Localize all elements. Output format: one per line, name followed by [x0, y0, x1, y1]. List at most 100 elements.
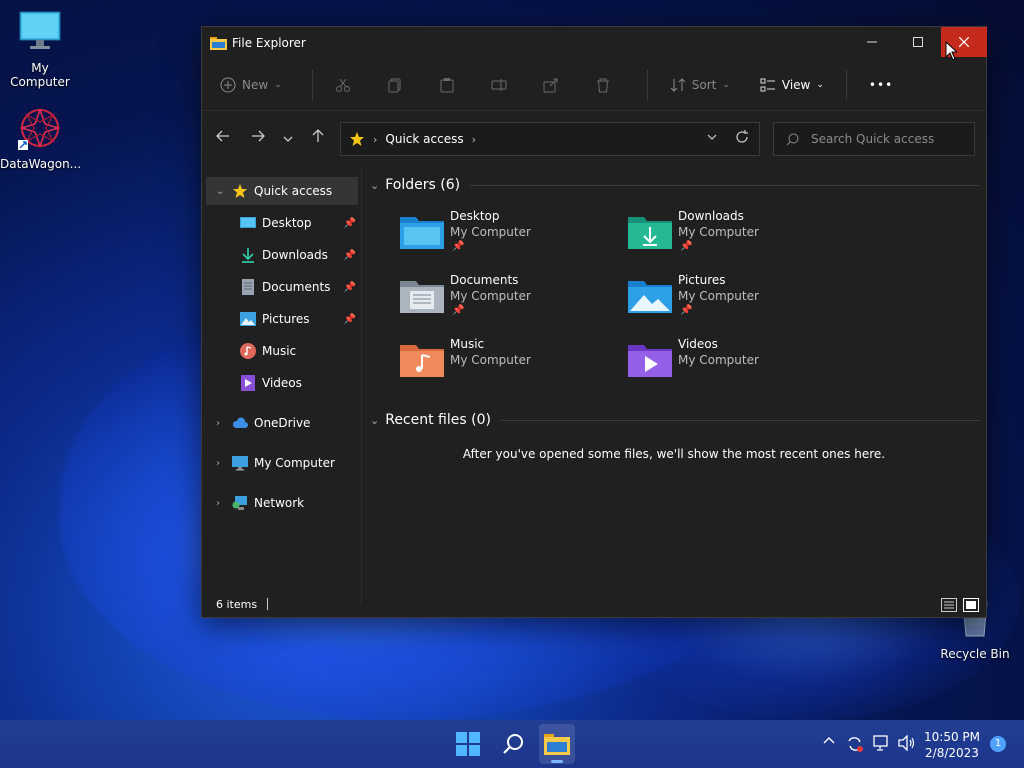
volume-button[interactable]: [898, 734, 916, 755]
taskbar-search-button[interactable]: [497, 728, 529, 760]
download-icon: [240, 247, 256, 263]
mouse-cursor-icon: [945, 41, 957, 61]
desktop-icon-datawagon[interactable]: DataWagon...: [0, 106, 81, 171]
chevron-right-icon[interactable]: ›: [216, 498, 220, 509]
title-bar[interactable]: File Explorer: [202, 27, 987, 59]
nav-item-label: OneDrive: [254, 416, 311, 430]
sort-label: Sort: [691, 77, 717, 92]
nav-item-videos[interactable]: Videos: [240, 369, 356, 397]
chevron-down-icon: [707, 134, 717, 140]
chevron-right-icon[interactable]: ›: [216, 418, 220, 429]
nav-item-label: Quick access: [254, 184, 333, 198]
up-button[interactable]: [311, 129, 325, 147]
nav-item-my-computer[interactable]: › My Computer: [206, 449, 358, 477]
monitor-icon: [232, 455, 248, 471]
nav-item-onedrive[interactable]: › OneDrive: [206, 409, 358, 437]
desktop-icon-my-computer[interactable]: My Computer: [0, 10, 80, 89]
folder-tile-downloads[interactable]: Downloads My Computer 📌: [628, 209, 848, 269]
network-status-icon[interactable]: [873, 735, 891, 755]
folder-tile-videos[interactable]: Videos My Computer: [628, 337, 848, 397]
pictures-folder-icon: [628, 281, 672, 313]
folder-tile-desktop[interactable]: Desktop My Computer 📌: [400, 209, 620, 269]
nav-item-desktop[interactable]: Desktop 📌: [240, 209, 356, 237]
address-bar[interactable]: › Quick access ›: [340, 122, 760, 156]
taskbar-file-explorer-button[interactable]: [539, 724, 575, 764]
music-icon: [240, 343, 256, 359]
copy-button[interactable]: [387, 77, 409, 93]
minimize-button[interactable]: [849, 27, 895, 57]
details-view-icon[interactable]: [941, 598, 957, 612]
clock[interactable]: 10:50 PM 2/8/2023: [924, 729, 980, 761]
sort-button[interactable]: Sort ⌄: [670, 77, 730, 93]
nav-item-quick-access[interactable]: ⌄ Quick access: [206, 177, 358, 205]
folders-section-header[interactable]: ⌄ Folders (6): [370, 177, 980, 193]
refresh-button[interactable]: [735, 130, 749, 148]
start-button[interactable]: [452, 728, 484, 760]
breadcrumb-chevron-icon[interactable]: ›: [472, 133, 476, 146]
document-icon: [240, 279, 256, 295]
folder-location: My Computer: [450, 289, 531, 303]
delete-button[interactable]: [595, 77, 617, 93]
search-input[interactable]: Search Quick access: [773, 122, 975, 156]
chevron-down-icon[interactable]: ⌄: [216, 186, 224, 197]
star-icon: [232, 183, 248, 199]
nav-item-label: Documents: [262, 280, 331, 294]
desktop-icon: [240, 215, 256, 231]
sync-icon: [848, 737, 863, 752]
video-icon: [240, 375, 256, 391]
forward-button[interactable]: [251, 129, 265, 147]
maximize-button[interactable]: [895, 27, 941, 57]
section-divider: [500, 419, 980, 421]
trash-icon: [596, 78, 609, 92]
folder-tile-pictures[interactable]: Pictures My Computer 📌: [628, 273, 848, 333]
chevron-down-icon[interactable]: ⌄: [370, 414, 379, 427]
new-button[interactable]: New ⌄: [220, 77, 282, 93]
address-dropdown-button[interactable]: [707, 132, 717, 145]
more-options-button[interactable]: •••: [869, 78, 893, 92]
folder-name: Music: [450, 337, 485, 351]
cut-button[interactable]: [335, 77, 357, 93]
refresh-icon: [736, 130, 748, 143]
videos-folder-icon: [628, 345, 672, 377]
network-icon: [232, 495, 248, 511]
view-list-icon: [760, 78, 775, 91]
desktop-icon-label: Recycle Bin: [940, 647, 1010, 661]
active-app-indicator: [551, 760, 563, 763]
back-button[interactable]: [216, 129, 230, 147]
view-button[interactable]: View ⌄: [760, 77, 824, 93]
large-icons-view-icon[interactable]: [963, 598, 979, 612]
sync-status-icon[interactable]: [846, 735, 864, 757]
windows-logo-icon: [456, 732, 480, 756]
share-button[interactable]: [543, 77, 565, 93]
rename-button[interactable]: [491, 77, 513, 93]
chevron-down-icon: [283, 136, 293, 142]
breadcrumb-quick-access[interactable]: Quick access: [385, 132, 463, 146]
monitor-icon: [19, 11, 61, 49]
search-icon: [786, 133, 799, 145]
new-label: New: [242, 77, 269, 92]
network-monitor-icon: [873, 735, 888, 751]
paste-button[interactable]: [439, 77, 461, 93]
desktop-folder-icon: [400, 217, 444, 249]
nav-item-documents[interactable]: Documents 📌: [240, 273, 356, 301]
datawagon-logo-icon: [18, 107, 61, 150]
folder-tile-music[interactable]: Music My Computer: [400, 337, 620, 397]
arrow-left-icon: [216, 130, 229, 142]
pin-icon: 📌: [680, 305, 693, 316]
notification-badge[interactable]: 1: [990, 736, 1006, 752]
nav-item-music[interactable]: Music: [240, 337, 356, 365]
nav-item-downloads[interactable]: Downloads 📌: [240, 241, 356, 269]
recent-locations-button[interactable]: [283, 130, 293, 148]
view-label: View: [781, 77, 811, 92]
chevron-down-icon[interactable]: ⌄: [370, 179, 379, 192]
star-icon: [350, 132, 364, 146]
nav-item-network[interactable]: › Network: [206, 489, 358, 517]
chevron-right-icon[interactable]: ›: [216, 458, 220, 469]
folder-tile-documents[interactable]: Documents My Computer 📌: [400, 273, 620, 333]
nav-item-pictures[interactable]: Pictures 📌: [240, 305, 356, 333]
folder-name: Desktop: [450, 209, 500, 223]
folder-location: My Computer: [678, 289, 759, 303]
recent-files-section-header[interactable]: ⌄ Recent files (0): [370, 412, 980, 428]
pin-icon: 📌: [452, 305, 465, 316]
show-hidden-icons-button[interactable]: [823, 735, 835, 751]
